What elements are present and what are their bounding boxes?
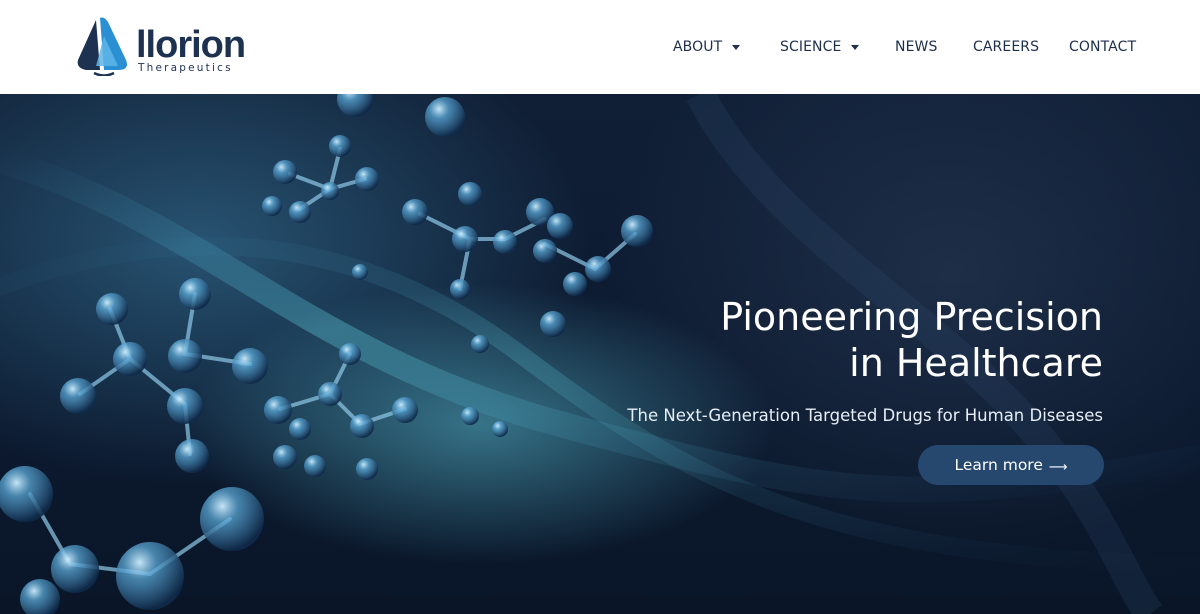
nav-careers-label: CAREERS [973,39,1040,55]
hero-subtitle: The Next-Generation Targeted Drugs for H… [627,406,1103,425]
brand-tagline: Therapeutics [138,62,233,74]
hero-title: Pioneering Precision in Healthcare [503,294,1103,386]
nav-contact-label: CONTACT [1069,39,1137,55]
hero-title-line1: Pioneering Precision [720,295,1103,339]
arrow-right-icon: ⟶ [1048,459,1068,475]
main-nav: ABOUT SCIENCE NEWS CAREERS CONTACT [0,36,1200,58]
nav-news[interactable]: NEWS [895,36,937,58]
site-header: llorion Therapeutics ABOUT SCIENCE NEWS … [0,0,1200,94]
learn-more-label: Learn more [954,456,1043,474]
learn-more-button[interactable]: Learn more ⟶ [918,445,1104,485]
hero-banner: Pioneering Precision in Healthcare The N… [0,94,1200,614]
caret-down-icon [732,44,741,50]
nav-about-label: ABOUT [673,39,723,55]
nav-science[interactable]: SCIENCE [780,36,860,58]
nav-contact[interactable]: CONTACT [1069,36,1136,58]
nav-about[interactable]: ABOUT [673,36,741,58]
nav-news-label: NEWS [895,39,938,55]
nav-science-label: SCIENCE [780,39,842,55]
nav-careers[interactable]: CAREERS [973,36,1039,58]
hero-title-line2: in Healthcare [849,341,1103,385]
caret-down-icon [851,44,860,50]
